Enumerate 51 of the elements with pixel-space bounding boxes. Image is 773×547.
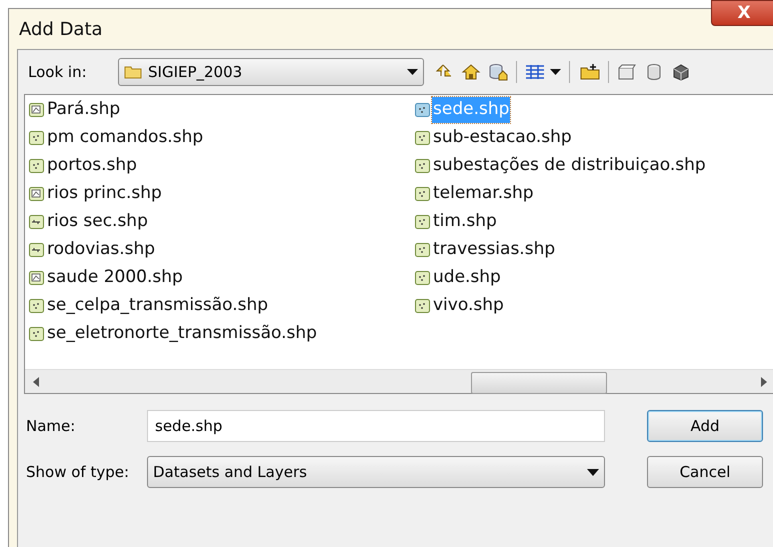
scroll-left-icon[interactable] bbox=[33, 376, 39, 386]
look-in-dropdown[interactable]: SIGIEP_2003 bbox=[118, 58, 424, 86]
file-item[interactable]: vivo.shp bbox=[415, 292, 707, 320]
polygon-layer-icon bbox=[29, 187, 44, 201]
add-button[interactable]: Add bbox=[647, 410, 763, 442]
line-layer-icon bbox=[29, 243, 44, 257]
file-item[interactable]: sub-estacao.shp bbox=[415, 124, 707, 152]
name-input-field[interactable]: sede.shp bbox=[147, 410, 605, 442]
close-button[interactable]: X bbox=[711, 0, 773, 26]
cancel-button[interactable]: Cancel bbox=[647, 456, 763, 488]
file-item[interactable]: se_eletronorte_transmissão.shp bbox=[29, 320, 415, 348]
scrollbar-thumb[interactable] bbox=[471, 372, 607, 394]
polygon-layer-icon bbox=[29, 103, 44, 117]
type-dropdown[interactable]: Datasets and Layers bbox=[147, 456, 605, 488]
file-item[interactable]: travessias.shp bbox=[415, 236, 707, 264]
view-dropdown-arrow-icon[interactable] bbox=[550, 69, 561, 75]
file-item[interactable]: rios sec.shp bbox=[29, 208, 415, 236]
file-item[interactable]: se_celpa_transmissão.shp bbox=[29, 292, 415, 320]
file-item[interactable]: ude.shp bbox=[415, 264, 707, 292]
point-layer-icon bbox=[415, 159, 430, 173]
file-item[interactable]: tim.shp bbox=[415, 208, 707, 236]
folder-icon bbox=[124, 65, 142, 79]
point-layer-icon bbox=[29, 131, 44, 145]
point-layer-icon bbox=[415, 299, 430, 313]
point-layer-icon bbox=[415, 243, 430, 257]
dropdown-arrow-icon bbox=[587, 468, 599, 476]
file-item[interactable]: saude 2000.shp bbox=[29, 264, 415, 292]
point-layer-icon bbox=[29, 299, 44, 313]
line-layer-icon bbox=[29, 215, 44, 229]
point-layer-icon bbox=[415, 103, 430, 117]
file-item[interactable]: Pará.shp bbox=[29, 96, 415, 124]
look-in-label: Look in: bbox=[27, 62, 88, 83]
polygon-layer-icon bbox=[29, 271, 44, 285]
horizontal-scrollbar[interactable] bbox=[25, 369, 773, 393]
scroll-right-icon[interactable] bbox=[761, 376, 767, 386]
file-item[interactable]: subestações de distribuiçao.shp bbox=[415, 152, 707, 180]
name-label: Name: bbox=[25, 416, 76, 437]
file-item[interactable]: telemar.shp bbox=[415, 180, 707, 208]
file-item[interactable]: rodovias.shp bbox=[29, 236, 415, 264]
point-layer-icon bbox=[415, 131, 430, 145]
point-layer-icon bbox=[415, 271, 430, 285]
point-layer-icon bbox=[415, 215, 430, 229]
point-layer-icon bbox=[415, 187, 430, 201]
file-item[interactable]: pm comandos.shp bbox=[29, 124, 415, 152]
type-label: Show of type: bbox=[25, 462, 130, 483]
point-layer-icon bbox=[29, 159, 44, 173]
window-title: Add Data bbox=[19, 18, 103, 42]
file-item[interactable]: rios princ.shp bbox=[29, 180, 415, 208]
dropdown-arrow-icon bbox=[407, 69, 418, 75]
file-item[interactable]: portos.shp bbox=[29, 152, 415, 180]
point-layer-icon bbox=[29, 327, 44, 341]
